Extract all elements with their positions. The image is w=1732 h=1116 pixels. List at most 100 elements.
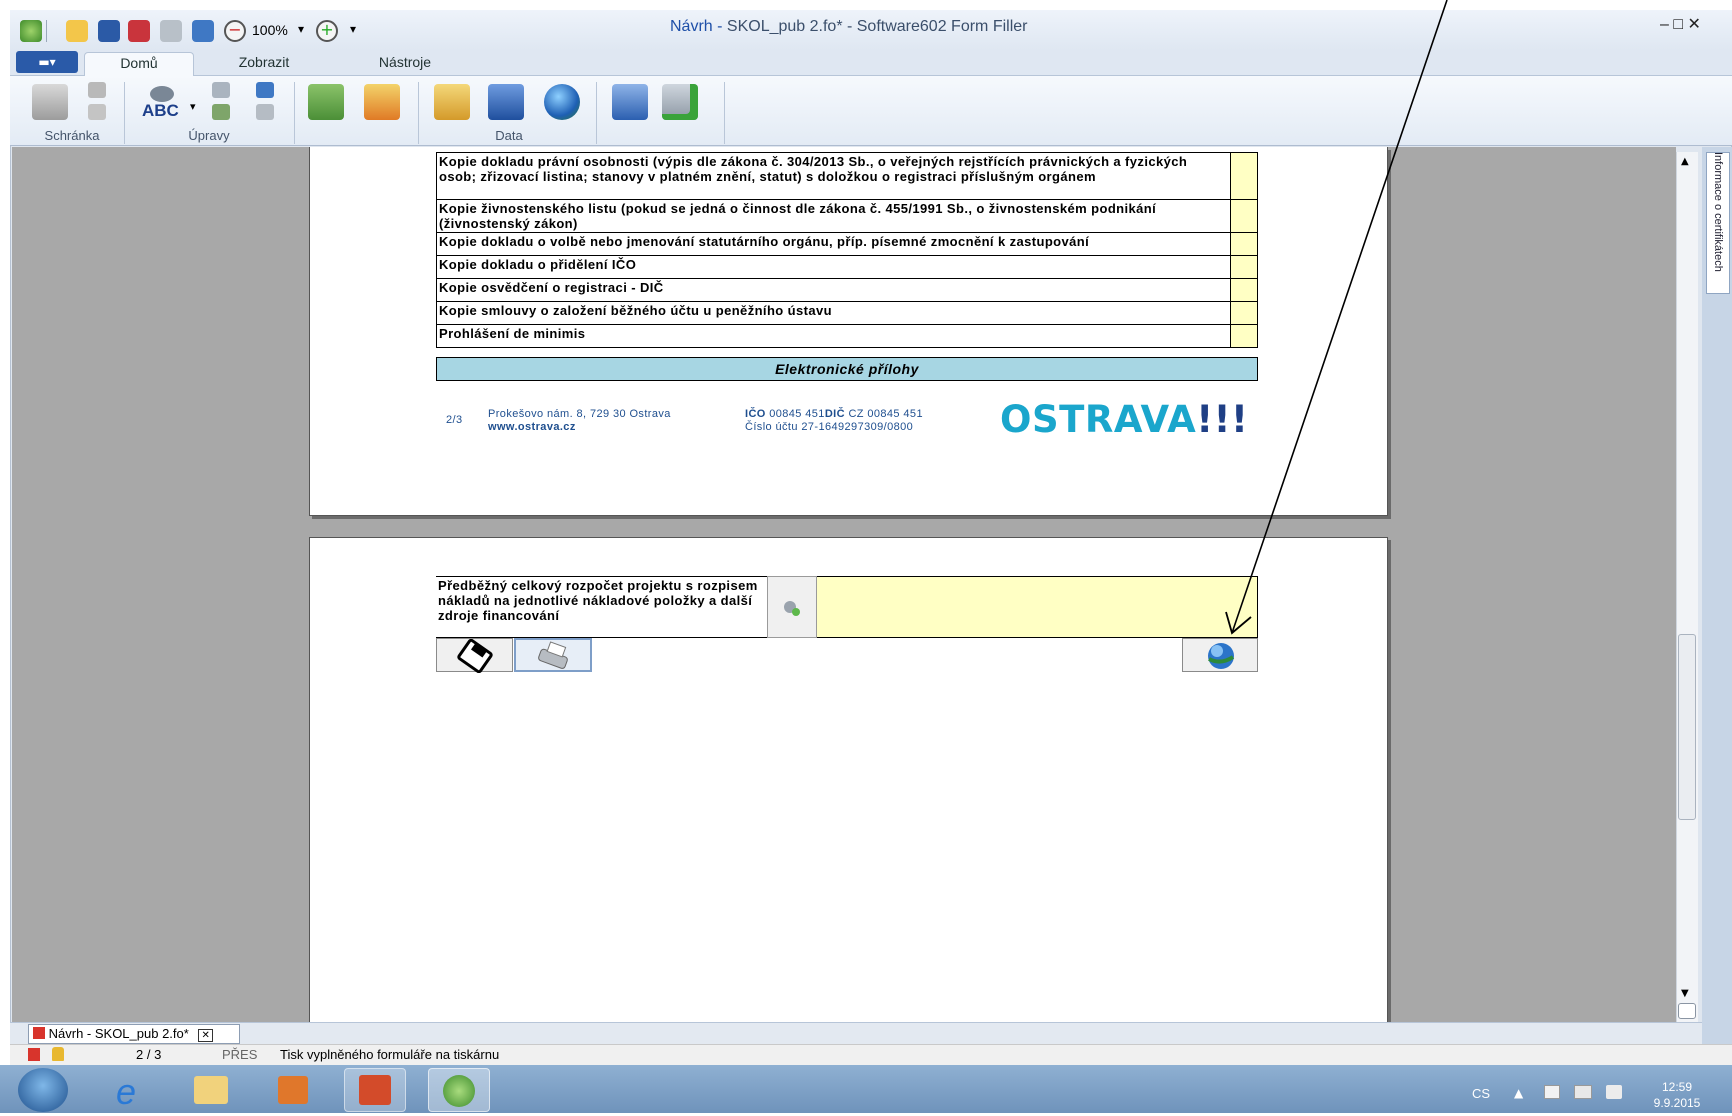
system-clock[interactable]: 12:59 9.9.2015 [1642,1079,1712,1111]
calculator-icon[interactable] [612,84,648,120]
zoom-dropdown-icon[interactable]: ▾ [298,22,304,36]
requirement-checkbox[interactable] [1230,232,1258,256]
powerpoint-button[interactable] [344,1068,406,1112]
print-icon[interactable] [160,20,182,42]
zoom-out-icon[interactable]: − [224,20,246,42]
redo-icon[interactable] [256,104,274,120]
outlook-icon [278,1076,308,1104]
form-document-icon [33,1027,45,1039]
group-label-edit: Úpravy [188,128,230,143]
open-data-icon[interactable] [434,84,470,120]
spellcheck-button[interactable]: ABC [140,82,186,122]
file-menu-button[interactable]: ▬▾ [16,51,78,73]
export-data-icon[interactable] [364,84,400,120]
requirement-checkbox[interactable] [1230,278,1258,302]
status-bar [10,1044,1732,1065]
table-row: Kopie smlouvy o založení běžného účtu u … [436,301,1258,325]
folder-icon [194,1076,228,1104]
form-status-icon [28,1048,40,1061]
customize-qa-icon[interactable]: ▾ [350,22,356,36]
online-data-icon[interactable] [544,84,580,120]
lock-icon [52,1047,64,1061]
save-icon[interactable] [98,20,120,42]
save-data-icon[interactable] [488,84,524,120]
cut-icon[interactable] [88,82,106,98]
requirement-text: Kopie osvědčení o registraci - DIČ [436,278,1231,302]
scroll-down-icon[interactable]: ▼ [1681,988,1689,999]
requirement-checkbox[interactable] [1230,255,1258,279]
requirement-checkbox[interactable] [1230,152,1258,200]
floppy-disk-icon [457,638,493,674]
table-row: Kopie dokladu právní osobnosti (výpis dl… [436,152,1258,200]
save-form-button[interactable] [436,638,513,674]
paste-icon[interactable] [32,84,68,120]
requirement-checkbox[interactable] [1230,324,1258,348]
show-hidden-icons[interactable]: ▲ [1514,1086,1523,1100]
online-submit-button[interactable] [1182,638,1258,672]
group-label-data: Data [495,128,523,143]
volume-icon[interactable] [1606,1085,1622,1099]
clock-time: 12:59 [1661,1080,1693,1094]
clock-date: 9.9.2015 [1653,1096,1701,1110]
open-folder-icon[interactable] [66,20,88,42]
action-center-icon[interactable] [1544,1085,1560,1099]
document-tab[interactable]: Návrh - SKOL_pub 2.fo* ✕ [28,1024,240,1044]
table-row: Kopie dokladu o volbě nebo jmenování sta… [436,232,1258,256]
spellcheck-dropdown-icon[interactable]: ▾ [190,100,196,113]
svg-text:e: e [116,1071,136,1112]
add-attachment-icon [784,601,800,616]
footer-account: Číslo účtu 27-1649297309/0800 [745,421,914,433]
window-controls[interactable]: ‒ □ ✕ [1660,14,1732,36]
tab-view[interactable]: Zobrazit [214,52,314,76]
split-view-button[interactable] [1678,1003,1696,1019]
email-icon[interactable] [128,20,150,42]
scrollbar-thumb[interactable] [1678,634,1696,820]
requirement-text: Kopie živnostenského listu (pokud se jed… [436,199,1231,233]
internet-explorer-button[interactable]: e [100,1068,162,1112]
form-filler-taskbar-button[interactable] [428,1068,490,1112]
close-tab-icon[interactable]: ✕ [198,1029,213,1042]
file-explorer-button[interactable] [180,1068,242,1112]
copy-icon[interactable] [88,104,106,120]
vertical-scrollbar[interactable] [1676,152,1698,1022]
input-language[interactable]: CS [1472,1086,1490,1101]
certificates-panel-label: Informace o certifikátech [1712,152,1724,272]
requirement-checkbox[interactable] [1230,199,1258,233]
printer-icon [538,641,568,669]
table-row: Kopie dokladu o přidělení IČO [436,255,1258,279]
scroll-up-icon[interactable]: ▲ [1681,156,1689,167]
print-form-button[interactable] [514,638,592,672]
app-logo-icon[interactable] [20,20,42,42]
undo-small-icon[interactable] [256,82,274,98]
table-row: Kopie osvědčení o registraci - DIČ [436,278,1258,302]
status-message: Tisk vyplněného formuláře na tiskárnu [280,1047,500,1062]
electronic-attachments-header: Elektronické přílohy [436,357,1258,381]
requirement-checkbox[interactable] [1230,301,1258,325]
find-icon[interactable] [212,82,230,98]
footer-address-block: Prokešovo nám. 8, 729 30 Ostrava www.ost… [488,408,718,434]
zoom-level[interactable]: 100% [252,22,288,38]
requirement-text: Kopie smlouvy o založení běžného účtu u … [436,301,1231,325]
import-data-icon[interactable] [308,84,344,120]
validate-form-icon[interactable] [662,84,698,120]
network-icon[interactable] [1574,1085,1592,1099]
group-separator [724,82,725,144]
add-attachment-button[interactable] [767,576,817,638]
start-button[interactable] [18,1068,68,1112]
requirement-text: Prohlášení de minimis [436,324,1231,348]
replace-icon[interactable] [212,104,230,120]
group-label-clipboard: Schránka [44,128,100,143]
outlook-button[interactable] [262,1068,324,1112]
table-row: Kopie živnostenského listu (pokud se jed… [436,199,1258,233]
tab-home[interactable]: Domů [84,52,194,76]
ostrava-logo: OSTRAVA!!! [1000,398,1249,441]
overwrite-mode: PŘES [222,1047,258,1062]
footer-registration-block: IČO 00845 451DIČ CZ 00845 451 Číslo účtu… [745,408,985,434]
budget-attachment-label: Předběžný celkový rozpočet projektu s ro… [436,576,767,638]
document-tab-label: Návrh - SKOL_pub 2.fo* [48,1026,189,1041]
zoom-in-icon[interactable]: + [316,20,338,42]
tab-tools[interactable]: Nástroje [355,52,455,76]
undo-icon[interactable] [192,20,214,42]
form-filler-icon [443,1075,475,1107]
budget-attachment-field[interactable] [817,576,1258,638]
